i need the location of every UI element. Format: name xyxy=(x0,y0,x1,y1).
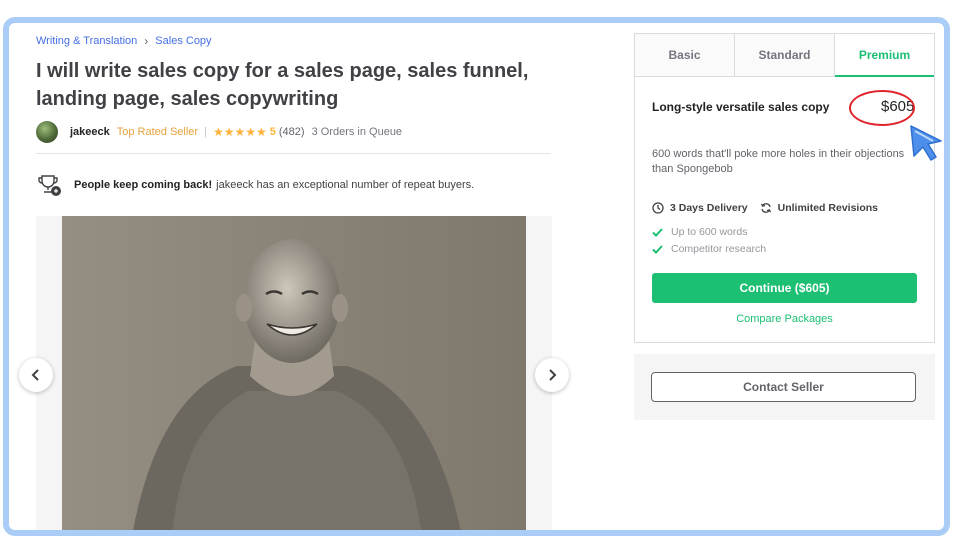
chevron-right-icon: › xyxy=(144,34,149,48)
tab-standard[interactable]: Standard xyxy=(735,34,835,76)
seller-name-link[interactable]: jakeeck xyxy=(70,126,110,138)
compare-packages-link[interactable]: Compare Packages xyxy=(635,313,934,325)
gallery-next-button[interactable] xyxy=(535,358,569,392)
tab-premium[interactable]: Premium xyxy=(835,34,934,77)
breadcrumb: Writing & Translation › Sales Copy xyxy=(36,34,212,48)
screenshot-frame: Writing & Translation › Sales Copy I wil… xyxy=(3,17,950,536)
repeat-buyers-banner: People keep coming back! jakeeck has an … xyxy=(36,173,474,197)
seller-overview: jakeeck Top Rated Seller | ★★★★★ 5 (482)… xyxy=(36,121,402,143)
repeat-buyers-headline: People keep coming back! xyxy=(74,179,213,191)
price-highlight-circle xyxy=(849,90,915,126)
star-rating-icons: ★★★★★ xyxy=(212,125,267,139)
avatar[interactable] xyxy=(36,121,58,143)
seller-photo[interactable] xyxy=(62,216,526,530)
review-count-link[interactable]: (482) xyxy=(279,126,305,138)
section-divider xyxy=(36,153,551,154)
delivery-time: 3 Days Delivery xyxy=(670,202,748,214)
checkmark-icon xyxy=(652,244,663,254)
rating-score: 5 xyxy=(269,126,276,138)
tab-basic[interactable]: Basic xyxy=(635,34,735,76)
seller-level-badge: Top Rated Seller xyxy=(116,126,199,138)
gig-title: I will write sales copy for a sales page… xyxy=(36,60,529,110)
repeat-buyers-text: jakeeck has an exceptional number of rep… xyxy=(216,179,475,191)
gig-gallery xyxy=(36,216,552,530)
feature-item: Up to 600 words xyxy=(652,226,747,238)
revisions-count: Unlimited Revisions xyxy=(777,202,878,214)
refresh-icon xyxy=(760,203,771,213)
divider: | xyxy=(204,126,207,138)
gallery-prev-button[interactable] xyxy=(19,358,53,392)
delivery-info: 3 Days Delivery xyxy=(652,202,748,214)
checkmark-icon xyxy=(652,227,663,237)
cursor-pointer-icon xyxy=(910,125,942,161)
package-description: 600 words that'll poke more holes in the… xyxy=(652,148,905,175)
orders-in-queue: 3 Orders in Queue xyxy=(311,126,403,138)
continue-button[interactable]: Continue ($605) xyxy=(652,273,917,303)
contact-panel: Contact Seller xyxy=(634,354,935,420)
feature-label: Competitor research xyxy=(671,243,767,255)
seller-portrait-image xyxy=(62,216,526,530)
clock-icon xyxy=(652,202,664,214)
chevron-left-icon xyxy=(31,369,39,381)
trophy-icon xyxy=(38,175,61,196)
contact-seller-button[interactable]: Contact Seller xyxy=(651,372,916,402)
package-title: Long-style versatile sales copy xyxy=(652,100,830,114)
chevron-right-icon xyxy=(549,369,557,381)
feature-label: Up to 600 words xyxy=(671,226,748,238)
breadcrumb-subcategory-link[interactable]: Sales Copy xyxy=(155,35,211,47)
package-card: Basic Standard Premium Long-style versat… xyxy=(634,33,935,343)
revisions-info: Unlimited Revisions xyxy=(760,202,878,214)
package-tabs: Basic Standard Premium xyxy=(635,34,934,77)
package-meta: 3 Days Delivery Unlimited Revisions xyxy=(652,202,890,214)
feature-item: Competitor research xyxy=(652,243,766,255)
breadcrumb-category-link[interactable]: Writing & Translation xyxy=(36,35,137,47)
